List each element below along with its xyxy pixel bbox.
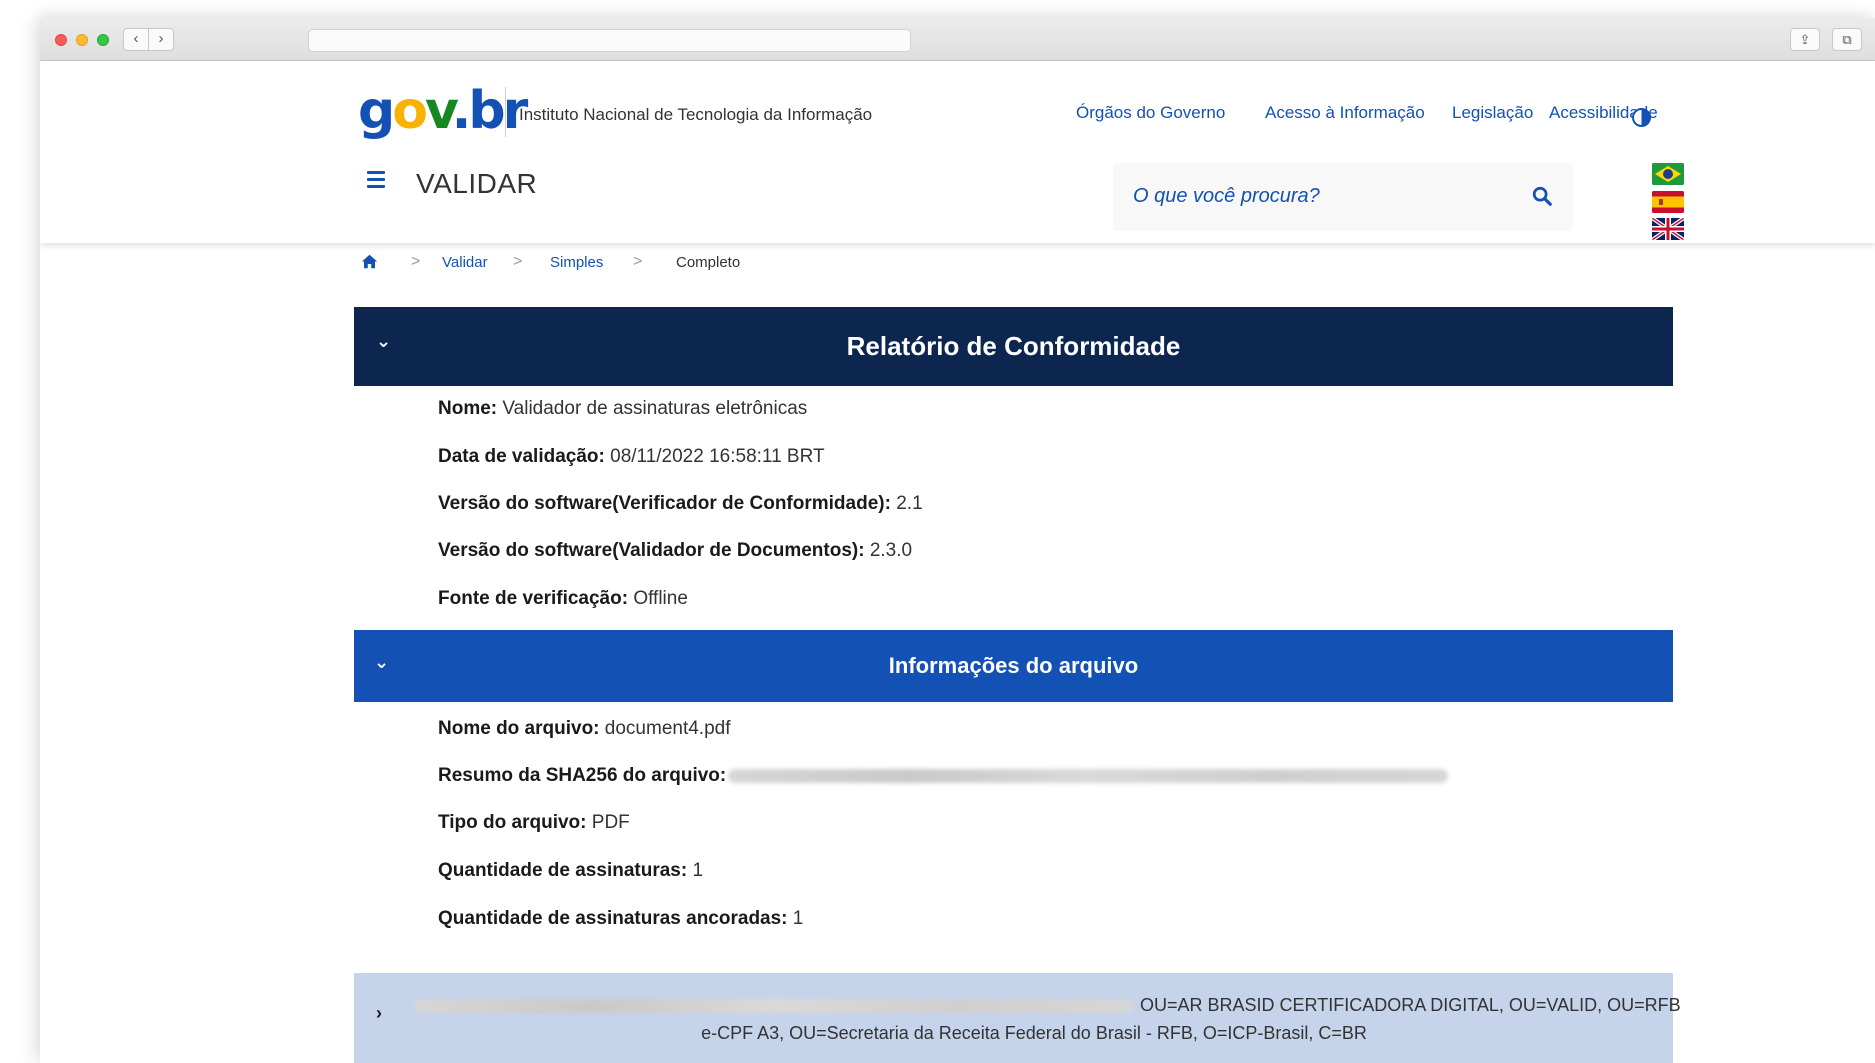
field-label: Quantidade de assinaturas:	[438, 860, 688, 881]
link-acesso-a-informacao[interactable]: Acesso à Informação	[1265, 103, 1425, 123]
tabs-overview-icon[interactable]: ⧉	[1832, 28, 1862, 51]
field-value: 1	[692, 860, 704, 881]
signature-row[interactable]: › OU=AR BRASID CERTIFICADORA DIGITAL, OU…	[354, 973, 1681, 1063]
breadcrumb-item-simples[interactable]: Simples	[550, 254, 603, 271]
share-icon[interactable]: ⇪	[1790, 28, 1820, 51]
field-label: Quantidade de assinaturas ancoradas:	[438, 908, 788, 929]
organization-name: Instituto Nacional de Tecnologia da Info…	[519, 105, 873, 124]
field-label: Nome:	[438, 398, 498, 419]
signature-subject-line2: e-CPF A3, OU=Secretaria da Receita Feder…	[701, 1023, 1367, 1043]
field-label: Versão do software(Verificador de Confor…	[438, 493, 891, 514]
signature-subject-line1: OU=AR BRASID CERTIFICADORA DIGITAL, OU=V…	[414, 995, 1681, 1016]
report-title: Relatório de Conformidade	[846, 331, 1181, 361]
report-field-data-validacao: Data de validação: 08/11/2022 16:58:11 B…	[438, 446, 825, 468]
breadcrumb-item-completo: Completo	[676, 254, 741, 271]
back-button[interactable]: ‹	[123, 28, 149, 51]
menu-icon[interactable]	[367, 171, 385, 192]
close-window-button[interactable]	[55, 34, 67, 46]
file-field-tipo-arquivo: Tipo do arquivo: PDF	[438, 812, 630, 834]
field-label: Resumo da SHA256 do arquivo:	[438, 765, 727, 786]
field-value: Offline	[633, 588, 688, 609]
field-value: 2.1	[896, 493, 923, 514]
brazil-flag-icon[interactable]	[1652, 163, 1684, 185]
field-label: Fonte de verificação:	[438, 588, 629, 609]
site-title: VALIDAR	[416, 168, 538, 199]
file-field-sha256: Resumo da SHA256 do arquivo:	[438, 765, 1449, 787]
logo-letters-br: br	[468, 81, 528, 141]
field-label: Data de validação:	[438, 446, 605, 467]
report-field-versao-verificador: Versão do software(Verificador de Confor…	[438, 493, 923, 515]
field-value: Validador de assinaturas eletrônicas	[502, 398, 808, 419]
spain-flag-icon[interactable]	[1652, 191, 1684, 213]
file-info-panel-header[interactable]: ⌄ Informações do arquivo	[354, 630, 1673, 702]
signature-subject-suffix: OU=AR BRASID CERTIFICADORA DIGITAL, OU=V…	[1140, 995, 1681, 1015]
report-field-fonte-verificacao: Fonte de verificação: Offline	[438, 588, 688, 610]
report-field-versao-validador: Versão do software(Validador de Document…	[438, 540, 912, 562]
field-value: 2.3.0	[869, 540, 913, 561]
logo-dot: .	[451, 81, 472, 141]
breadcrumb-separator: >	[411, 253, 421, 270]
chevron-right-icon[interactable]: ›	[376, 1003, 382, 1024]
logo-divider	[505, 87, 506, 137]
field-label: Versão do software(Validador de Document…	[438, 540, 865, 561]
file-field-assinaturas-ancoradas: Quantidade de assinaturas ancoradas: 1	[438, 908, 803, 930]
home-icon[interactable]	[361, 253, 378, 270]
link-legislacao[interactable]: Legislação	[1452, 103, 1533, 123]
file-field-quantidade-assinaturas: Quantidade de assinaturas: 1	[438, 860, 703, 882]
search-box	[1113, 163, 1573, 231]
report-field-nome: Nome: Validador de assinaturas eletrônic…	[438, 398, 807, 420]
report-panel-header[interactable]: ⌄ Relatório de Conformidade	[354, 307, 1673, 386]
field-label: Nome do arquivo:	[438, 718, 600, 739]
contrast-icon[interactable]	[1632, 108, 1651, 127]
redacted-signer-name	[414, 999, 1134, 1014]
search-icon[interactable]	[1531, 185, 1553, 207]
link-orgaos-do-governo[interactable]: Órgãos do Governo	[1076, 103, 1225, 123]
file-field-nome-arquivo: Nome do arquivo: document4.pdf	[438, 718, 731, 740]
breadcrumb-item-validar[interactable]: Validar	[442, 254, 488, 271]
field-label: Tipo do arquivo:	[438, 812, 587, 833]
logo-letter-o: o	[392, 81, 428, 141]
minimize-window-button[interactable]	[76, 34, 88, 46]
govbr-logo[interactable]: gov.br	[358, 85, 528, 137]
maximize-window-button[interactable]	[97, 34, 109, 46]
search-input[interactable]	[1133, 181, 1513, 211]
logo-letter-g: g	[358, 81, 395, 141]
breadcrumb-separator: >	[633, 253, 643, 270]
field-value: PDF	[591, 812, 630, 833]
field-value: 08/11/2022 16:58:11 BRT	[610, 446, 825, 467]
address-bar[interactable]	[308, 29, 911, 52]
file-info-title: Informações do arquivo	[888, 653, 1139, 678]
redacted-hash	[728, 768, 1449, 783]
browser-toolbar: ‹ › ⇪ ⧉	[40, 18, 1875, 61]
breadcrumb-separator: >	[513, 253, 523, 270]
field-value: document4.pdf	[604, 718, 731, 739]
browser-window: ‹ › ⇪ ⧉ gov.br Instituto Nacional de Tec…	[40, 18, 1875, 1063]
field-value: 1	[792, 908, 804, 929]
site-header: gov.br Instituto Nacional de Tecnologia …	[40, 61, 1875, 243]
forward-button[interactable]: ›	[148, 28, 174, 51]
uk-flag-icon[interactable]	[1652, 218, 1684, 240]
logo-letter-v: v	[424, 81, 455, 141]
